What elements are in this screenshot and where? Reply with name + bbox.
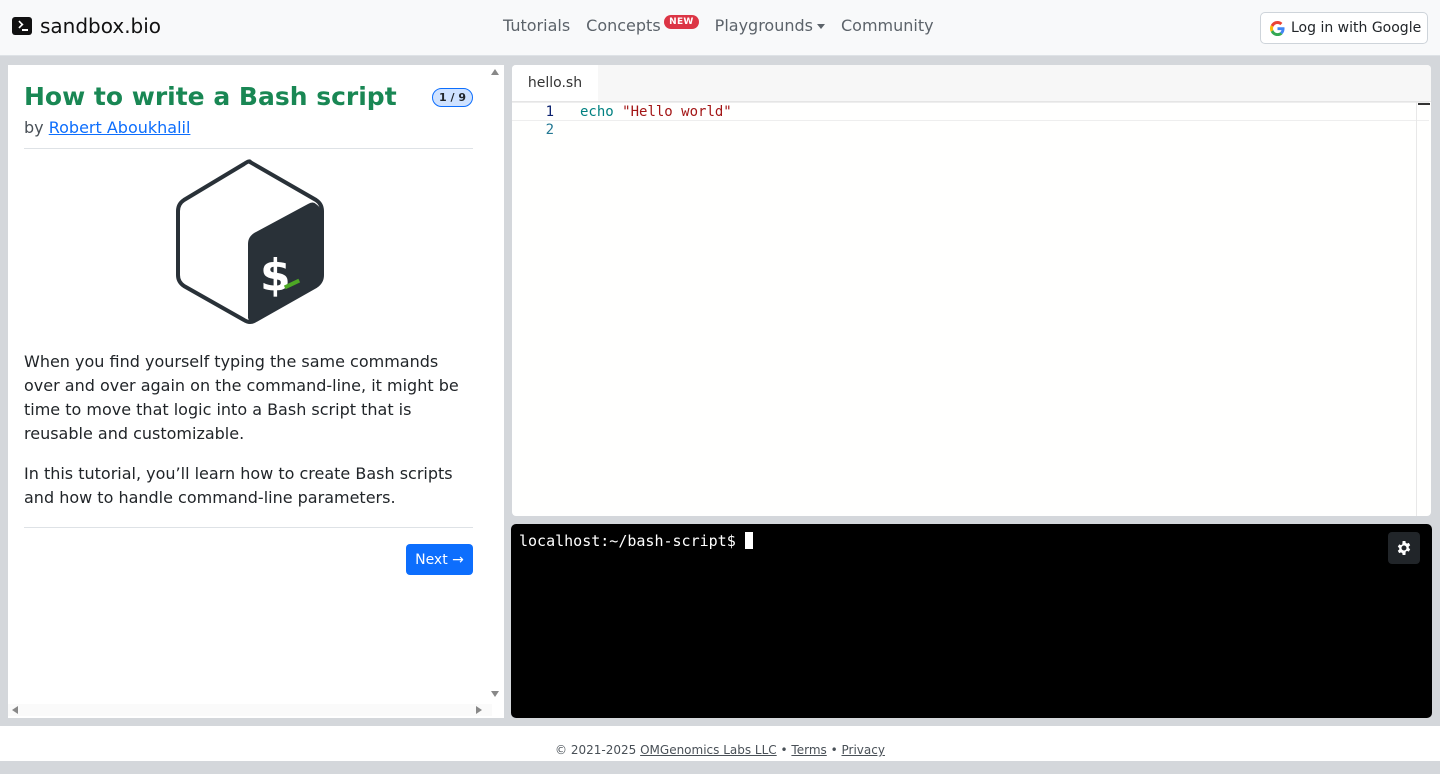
author-link[interactable]: Robert Aboukhalil (49, 118, 191, 137)
code-string: "Hello world" (622, 104, 732, 120)
divider (24, 527, 473, 528)
terminal-settings-button[interactable] (1388, 532, 1420, 564)
terminal-prompt: localhost:~/bash-script$ (519, 532, 736, 550)
brand-link[interactable]: sandbox.bio (12, 14, 161, 38)
terminal-cursor (744, 532, 753, 549)
editor-overview-mark (1418, 103, 1430, 105)
code-area[interactable]: 1 echo "Hello world" 2 (512, 102, 1431, 516)
code-text: echo "Hello world" (580, 103, 732, 122)
terminal-prompt-line: localhost:~/bash-script$ (519, 532, 753, 550)
nav-links: Tutorials Concepts NEW Playgrounds Commu… (503, 15, 934, 35)
divider (24, 148, 473, 149)
next-button[interactable]: Next → (406, 544, 473, 575)
horizontal-scrollbar[interactable] (8, 704, 492, 716)
scroll-up-arrow-icon[interactable] (491, 69, 499, 75)
nav-playgrounds-dropdown[interactable]: Playgrounds (715, 16, 825, 35)
terms-link[interactable]: Terms (791, 743, 826, 757)
scroll-right-arrow-icon[interactable] (476, 706, 482, 714)
editor-scrollbar[interactable] (1416, 102, 1417, 516)
copyright: © 2021-2025 (555, 743, 637, 757)
nav-community[interactable]: Community (841, 16, 934, 35)
google-icon (1270, 20, 1285, 36)
code-keyword: echo (580, 104, 614, 120)
tab-hello-sh[interactable]: hello.sh (512, 65, 598, 101)
footer: © 2021-2025 OMGenomics Labs LLC • Terms … (0, 726, 1440, 761)
company-link[interactable]: OMGenomics Labs LLC (640, 743, 777, 757)
intro-paragraph-1: When you find yourself typing the same c… (24, 352, 459, 443)
byline: by Robert Aboukhalil (24, 118, 190, 137)
nav-concepts[interactable]: Concepts NEW (586, 15, 699, 35)
line-number: 1 (545, 104, 554, 120)
editor-tabbar: hello.sh (512, 65, 1431, 102)
caret-down-icon (816, 24, 825, 29)
top-navbar: sandbox.bio Tutorials Concepts NEW Playg… (0, 0, 1440, 56)
intro-paragraph-2: In this tutorial, you’ll learn how to cr… (24, 464, 453, 507)
login-label: Log in with Google (1291, 20, 1422, 36)
code-editor: hello.sh 1 echo "Hello world" 2 (512, 65, 1431, 516)
bash-logo-icon: $ (176, 159, 324, 324)
line-number: 2 (545, 122, 554, 138)
privacy-link[interactable]: Privacy (842, 743, 885, 757)
brand-name: sandbox.bio (40, 14, 162, 38)
step-badge[interactable]: 1 / 9 (432, 88, 473, 107)
tutorial-title: How to write a Bash script (24, 82, 397, 111)
svg-text:$: $ (260, 250, 291, 301)
nav-concepts-label: Concepts (586, 16, 661, 35)
code-line[interactable]: 2 (512, 121, 1429, 140)
scroll-down-arrow-icon[interactable] (491, 691, 499, 697)
terminal[interactable]: localhost:~/bash-script$ (511, 524, 1432, 718)
scroll-left-arrow-icon[interactable] (12, 706, 18, 714)
nav-playgrounds-label: Playgrounds (714, 16, 813, 35)
tutorial-panel: How to write a Bash script 1 / 9 by Robe… (8, 65, 504, 718)
byline-prefix: by (24, 118, 44, 137)
code-line[interactable]: 1 echo "Hello world" (512, 102, 1429, 121)
nav-tutorials[interactable]: Tutorials (503, 16, 570, 35)
gear-icon (1397, 541, 1411, 555)
login-google-button[interactable]: Log in with Google (1260, 12, 1428, 44)
separator: • (830, 743, 838, 757)
new-badge: NEW (664, 15, 699, 29)
vertical-scrollbar[interactable] (491, 67, 501, 707)
terminal-icon (12, 17, 32, 35)
separator: • (780, 743, 788, 757)
